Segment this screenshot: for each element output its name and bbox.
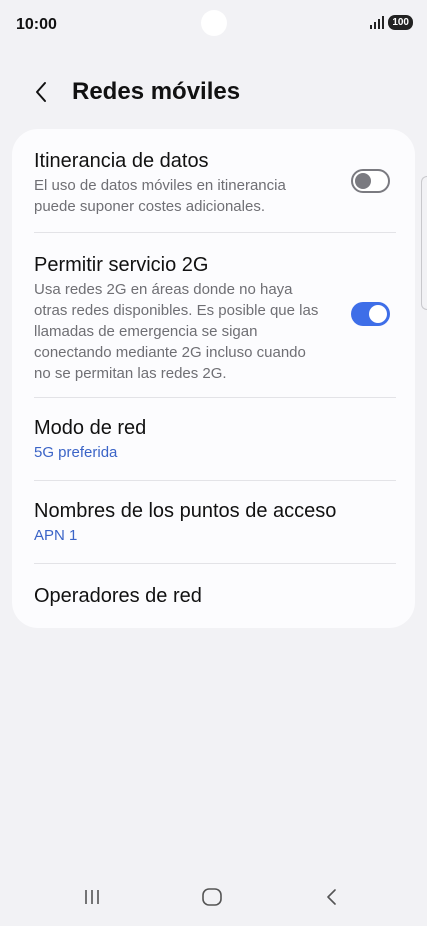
divider — [34, 397, 396, 398]
allow-2g-toggle[interactable] — [351, 302, 390, 326]
status-icons: 100 — [370, 15, 413, 30]
battery-icon: 100 — [388, 15, 413, 30]
setting-title: Modo de red — [34, 417, 147, 439]
setting-description: Usa redes 2G en áreas donde no haya otra… — [34, 281, 319, 382]
setting-value: APN 1 — [34, 527, 78, 544]
setting-title: Itinerancia de datos — [34, 150, 209, 172]
setting-network-mode[interactable]: Modo de red 5G preferida — [34, 416, 394, 463]
setting-data-roaming[interactable]: Itinerancia de datos El uso de datos móv… — [34, 149, 394, 217]
data-roaming-toggle[interactable] — [351, 169, 390, 193]
toggle-knob — [369, 305, 387, 323]
setting-value: 5G preferida — [34, 444, 118, 461]
edge-panel-handle[interactable] — [421, 176, 427, 310]
divider — [34, 563, 396, 564]
setting-network-operators[interactable]: Operadores de red — [34, 584, 394, 608]
home-button[interactable] — [192, 882, 232, 912]
setting-access-point-names[interactable]: Nombres de los puntos de acceso APN 1 — [34, 499, 394, 546]
home-icon — [202, 888, 222, 906]
settings-card: Itinerancia de datos El uso de datos móv… — [12, 129, 415, 628]
toggle-knob — [355, 173, 371, 189]
signal-icon — [370, 16, 385, 29]
setting-title: Nombres de los puntos de acceso — [34, 500, 337, 522]
recent-apps-icon — [85, 890, 99, 904]
setting-description: El uso de datos móviles en itinerancia p… — [34, 177, 286, 215]
nav-back-button[interactable] — [312, 882, 352, 912]
header: Redes móviles — [0, 74, 427, 114]
chevron-left-icon — [36, 82, 46, 102]
back-button[interactable] — [28, 78, 56, 106]
setting-title: Operadores de red — [34, 585, 202, 607]
recent-apps-button[interactable] — [72, 882, 112, 912]
setting-allow-2g[interactable]: Permitir servicio 2G Usa redes 2G en áre… — [34, 253, 394, 384]
navigation-bar — [0, 872, 427, 926]
back-icon — [327, 889, 336, 905]
divider — [34, 232, 396, 233]
divider — [34, 480, 396, 481]
page-title: Redes móviles — [72, 78, 241, 105]
status-time: 10:00 — [16, 16, 57, 33]
setting-title: Permitir servicio 2G — [34, 254, 209, 276]
status-bar: 10:00 100 — [0, 0, 427, 54]
camera-cutout — [201, 10, 227, 36]
